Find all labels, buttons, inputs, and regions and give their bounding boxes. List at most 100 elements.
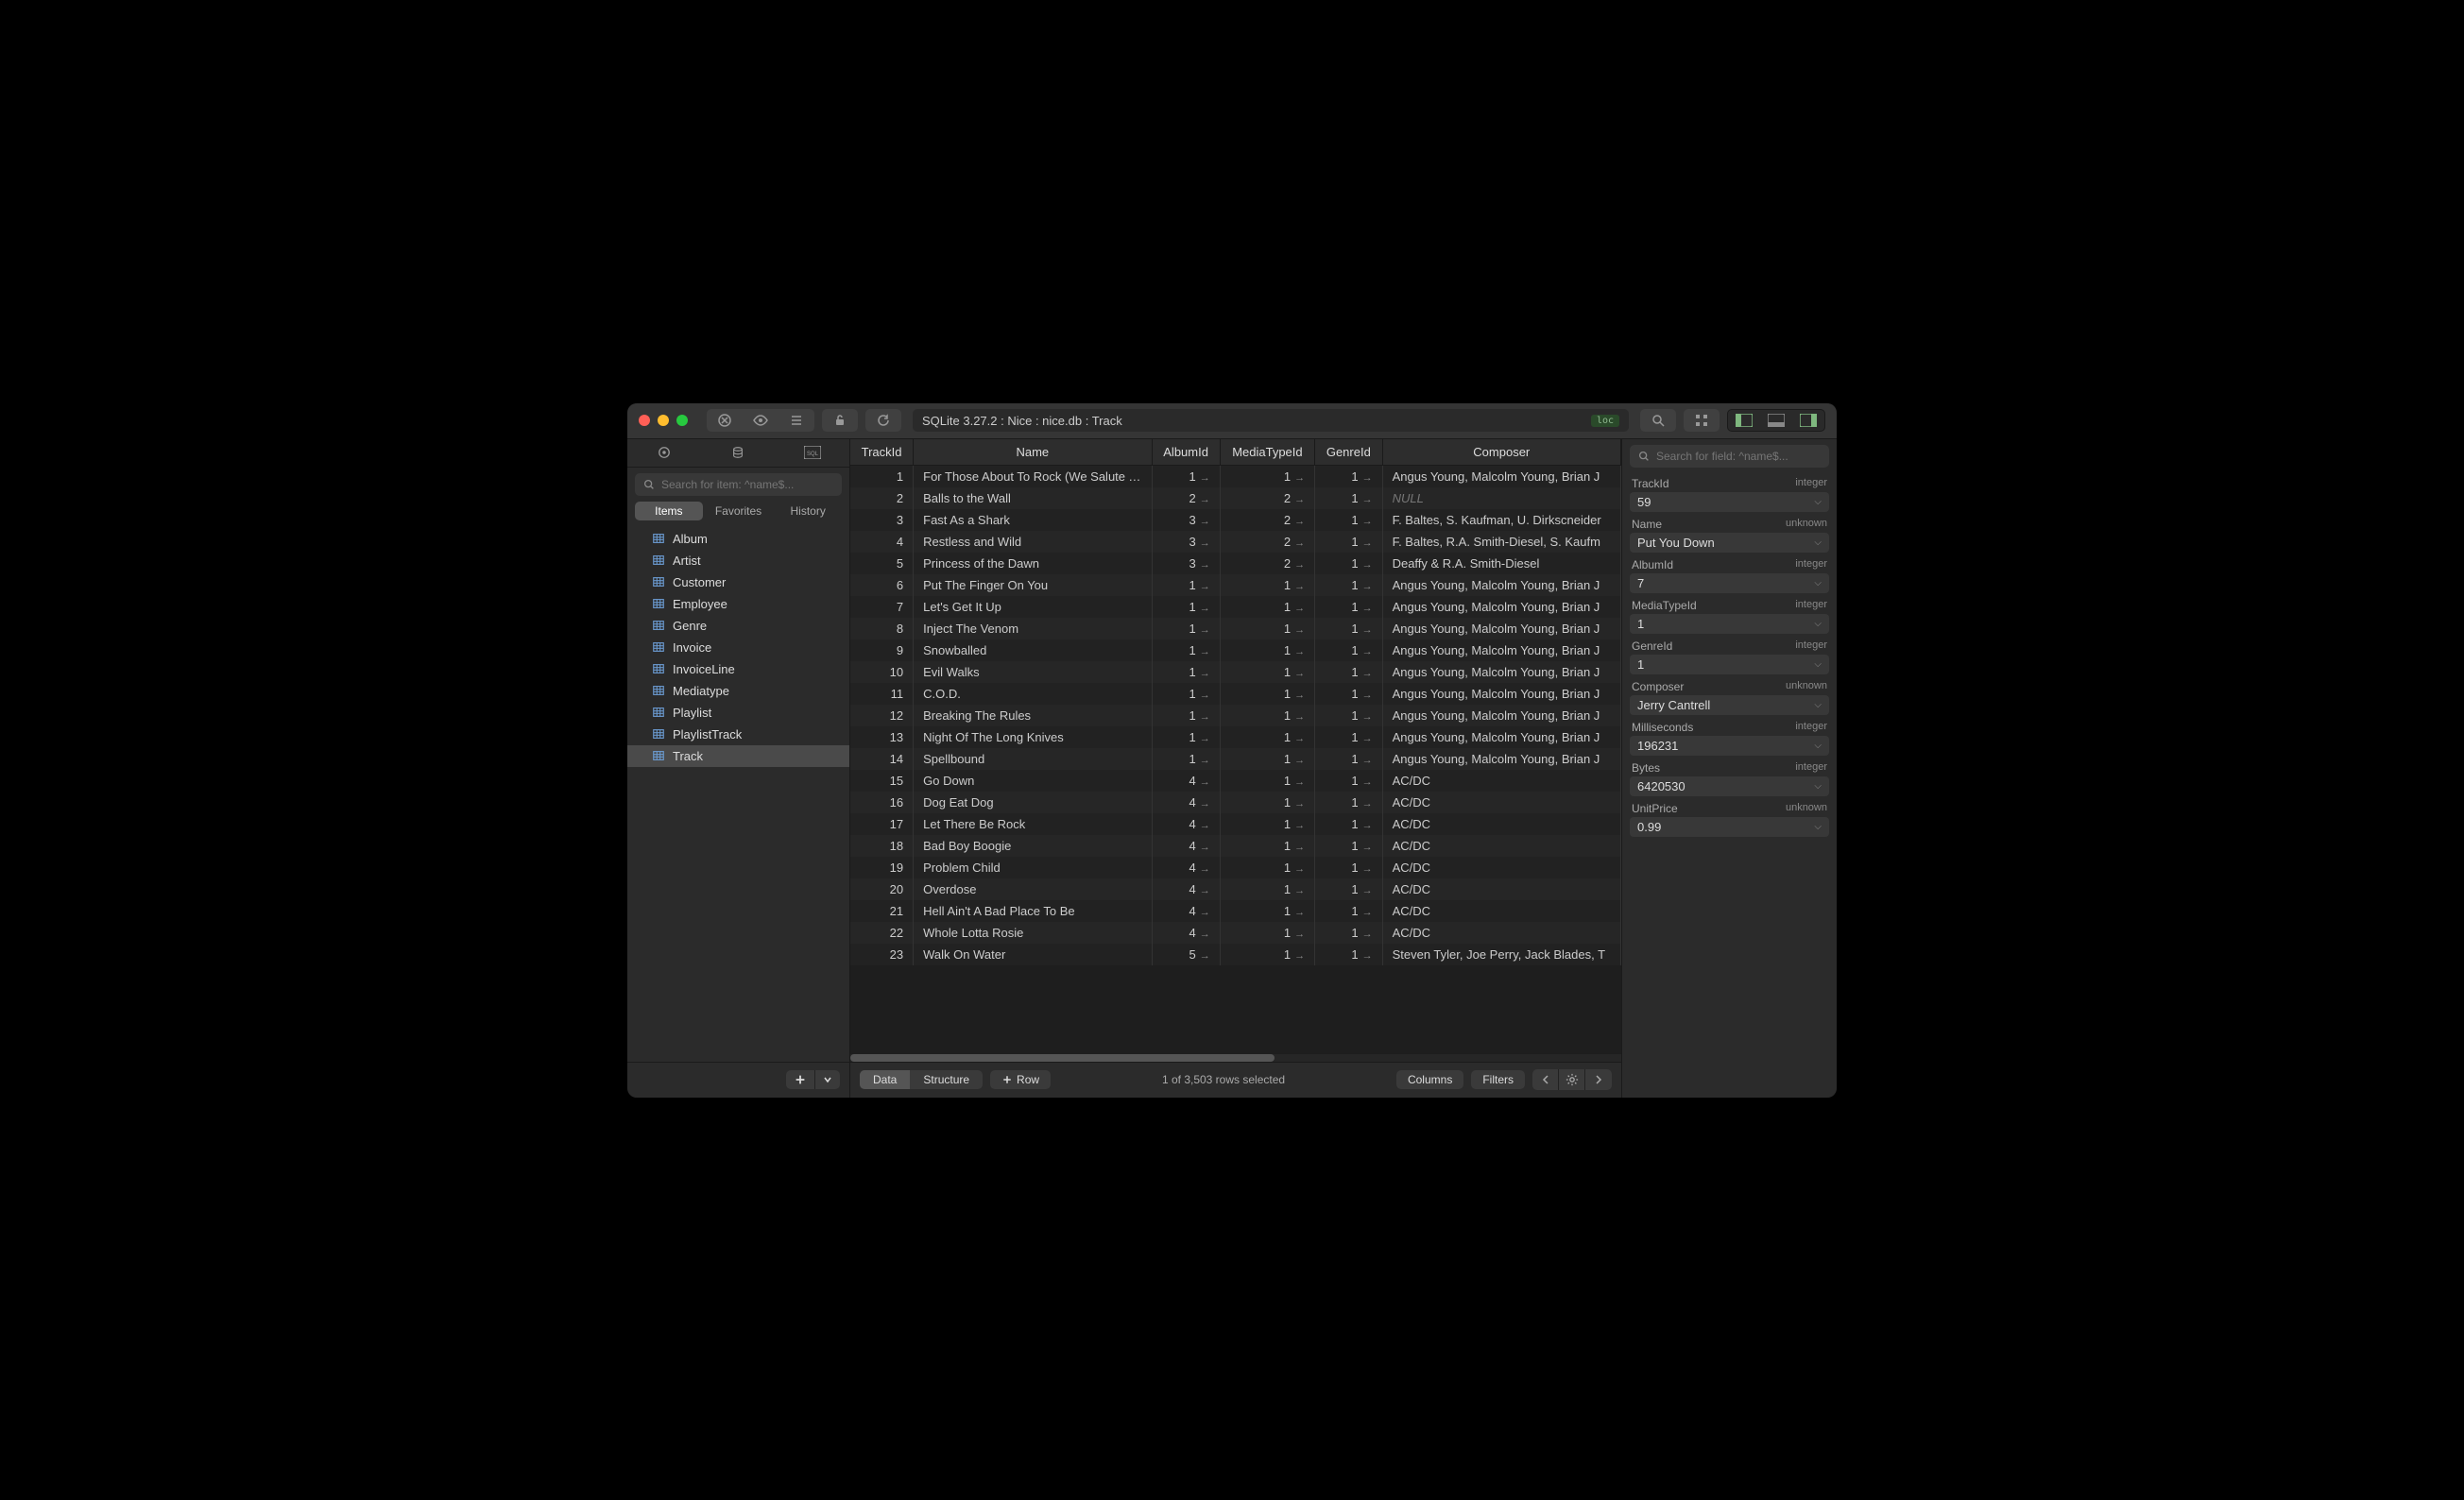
cell[interactable]: 8 [850,618,914,639]
cancel-button[interactable] [707,409,743,432]
cell[interactable]: 15 [850,770,914,792]
fk-arrow-icon[interactable]: → [1294,950,1305,962]
fk-arrow-icon[interactable]: → [1200,820,1210,831]
grid-button[interactable] [1684,409,1720,432]
cell[interactable]: 1→ [1152,596,1220,618]
cell[interactable]: Fast As a Shark [914,509,1152,531]
cell[interactable]: 3 [850,509,914,531]
fk-arrow-icon[interactable]: → [1362,733,1373,744]
cell[interactable]: 1→ [1152,748,1220,770]
cell[interactable]: 1 [850,465,914,487]
fk-arrow-icon[interactable]: → [1362,907,1373,918]
table-row[interactable]: 22Whole Lotta Rosie4→1→1→AC/DC [850,922,1621,944]
chevron-down-icon[interactable]: ⌵ [1814,700,1822,710]
cell[interactable]: 1→ [1220,792,1314,813]
view-tab-structure[interactable]: Structure [910,1070,983,1089]
data-table[interactable]: TrackIdNameAlbumIdMediaTypeIdGenreIdComp… [850,439,1621,1054]
fk-arrow-icon[interactable]: → [1200,885,1210,896]
fk-arrow-icon[interactable]: → [1200,668,1210,679]
cell[interactable]: 1→ [1315,639,1382,661]
cell[interactable]: 4→ [1152,770,1220,792]
table-row[interactable]: 14Spellbound1→1→1→Angus Young, Malcolm Y… [850,748,1621,770]
cell[interactable]: 3→ [1152,553,1220,574]
cell[interactable]: 1→ [1220,596,1314,618]
cell[interactable]: 1→ [1220,835,1314,857]
sidebar-nav-3[interactable]: SQL [779,446,846,459]
table-row[interactable]: 1For Those About To Rock (We Salute You)… [850,465,1621,487]
table-row[interactable]: 7Let's Get It Up1→1→1→Angus Young, Malco… [850,596,1621,618]
cell[interactable]: 1→ [1152,574,1220,596]
fk-arrow-icon[interactable]: → [1294,885,1305,896]
table-row[interactable]: 19Problem Child4→1→1→AC/DC [850,857,1621,878]
table-row[interactable]: 13Night Of The Long Knives1→1→1→Angus Yo… [850,726,1621,748]
chevron-down-icon[interactable]: ⌵ [1814,741,1822,751]
preview-button[interactable] [743,409,779,432]
fk-arrow-icon[interactable]: → [1200,537,1210,549]
close-button[interactable] [639,415,650,426]
cell[interactable]: 14 [850,748,914,770]
filters-button[interactable]: Filters [1471,1070,1525,1089]
fk-arrow-icon[interactable]: → [1200,711,1210,723]
fk-arrow-icon[interactable]: → [1294,863,1305,875]
chevron-down-icon[interactable]: ⌵ [1814,537,1822,548]
table-row[interactable]: 5Princess of the Dawn3→2→1→Deaffy & R.A.… [850,553,1621,574]
cell[interactable]: 1→ [1220,639,1314,661]
cell[interactable]: 7 [850,596,914,618]
cell[interactable]: 9 [850,639,914,661]
cell[interactable]: 17 [850,813,914,835]
column-header-trackid[interactable]: TrackId [850,439,914,466]
cell[interactable]: Breaking The Rules [914,705,1152,726]
fk-arrow-icon[interactable]: → [1294,516,1305,527]
fk-arrow-icon[interactable]: → [1362,929,1373,940]
chevron-down-icon[interactable]: ⌵ [1814,619,1822,629]
cell[interactable]: Angus Young, Malcolm Young, Brian J [1382,574,1620,596]
cell[interactable]: 4→ [1152,792,1220,813]
cell[interactable]: 1→ [1152,683,1220,705]
fk-arrow-icon[interactable]: → [1294,798,1305,810]
cell[interactable]: 1→ [1220,574,1314,596]
cell[interactable]: 10 [850,661,914,683]
cell[interactable]: 1→ [1315,618,1382,639]
cell[interactable]: 1→ [1315,465,1382,487]
cell[interactable]: 1→ [1315,748,1382,770]
cell[interactable]: 1→ [1315,661,1382,683]
cell[interactable]: 18 [850,835,914,857]
field-value[interactable]: 6420530⌵ [1630,776,1829,796]
fk-arrow-icon[interactable]: → [1362,711,1373,723]
cell[interactable]: Angus Young, Malcolm Young, Brian J [1382,639,1620,661]
add-dropdown-button[interactable] [815,1070,840,1089]
fk-arrow-icon[interactable]: → [1294,733,1305,744]
fk-arrow-icon[interactable]: → [1294,690,1305,701]
sidebar-item-album[interactable]: Album [627,528,849,550]
cell[interactable]: Balls to the Wall [914,487,1152,509]
cell[interactable]: Inject The Venom [914,618,1152,639]
view-tab-data[interactable]: Data [860,1070,910,1089]
cell[interactable]: 11 [850,683,914,705]
cell[interactable]: 1→ [1315,878,1382,900]
cell[interactable]: 1→ [1152,639,1220,661]
fk-arrow-icon[interactable]: → [1294,537,1305,549]
fk-arrow-icon[interactable]: → [1294,472,1305,484]
cell[interactable]: Angus Young, Malcolm Young, Brian J [1382,465,1620,487]
cell[interactable]: 23 [850,944,914,965]
cell[interactable]: 1→ [1315,857,1382,878]
sidebar-search[interactable] [635,473,842,496]
fk-arrow-icon[interactable]: → [1362,755,1373,766]
field-value[interactable]: Jerry Cantrell⌵ [1630,695,1829,715]
chevron-down-icon[interactable]: ⌵ [1814,659,1822,670]
cell[interactable]: 22 [850,922,914,944]
cell[interactable]: F. Baltes, R.A. Smith-Diesel, S. Kaufm [1382,531,1620,553]
cell[interactable]: 5 [850,553,914,574]
cell[interactable]: 1→ [1315,770,1382,792]
cell[interactable]: AC/DC [1382,922,1620,944]
sidebar-item-playlisttrack[interactable]: PlaylistTrack [627,724,849,745]
sidebar-item-playlist[interactable]: Playlist [627,702,849,724]
fk-arrow-icon[interactable]: → [1362,581,1373,592]
cell[interactable]: For Those About To Rock (We Salute You) [914,465,1152,487]
sidebar-tab-favorites[interactable]: Favorites [705,502,773,520]
cell[interactable]: 1→ [1315,574,1382,596]
cell[interactable]: 19 [850,857,914,878]
table-row[interactable]: 4Restless and Wild3→2→1→F. Baltes, R.A. … [850,531,1621,553]
cell[interactable]: 2→ [1220,553,1314,574]
cell[interactable]: 5→ [1152,944,1220,965]
